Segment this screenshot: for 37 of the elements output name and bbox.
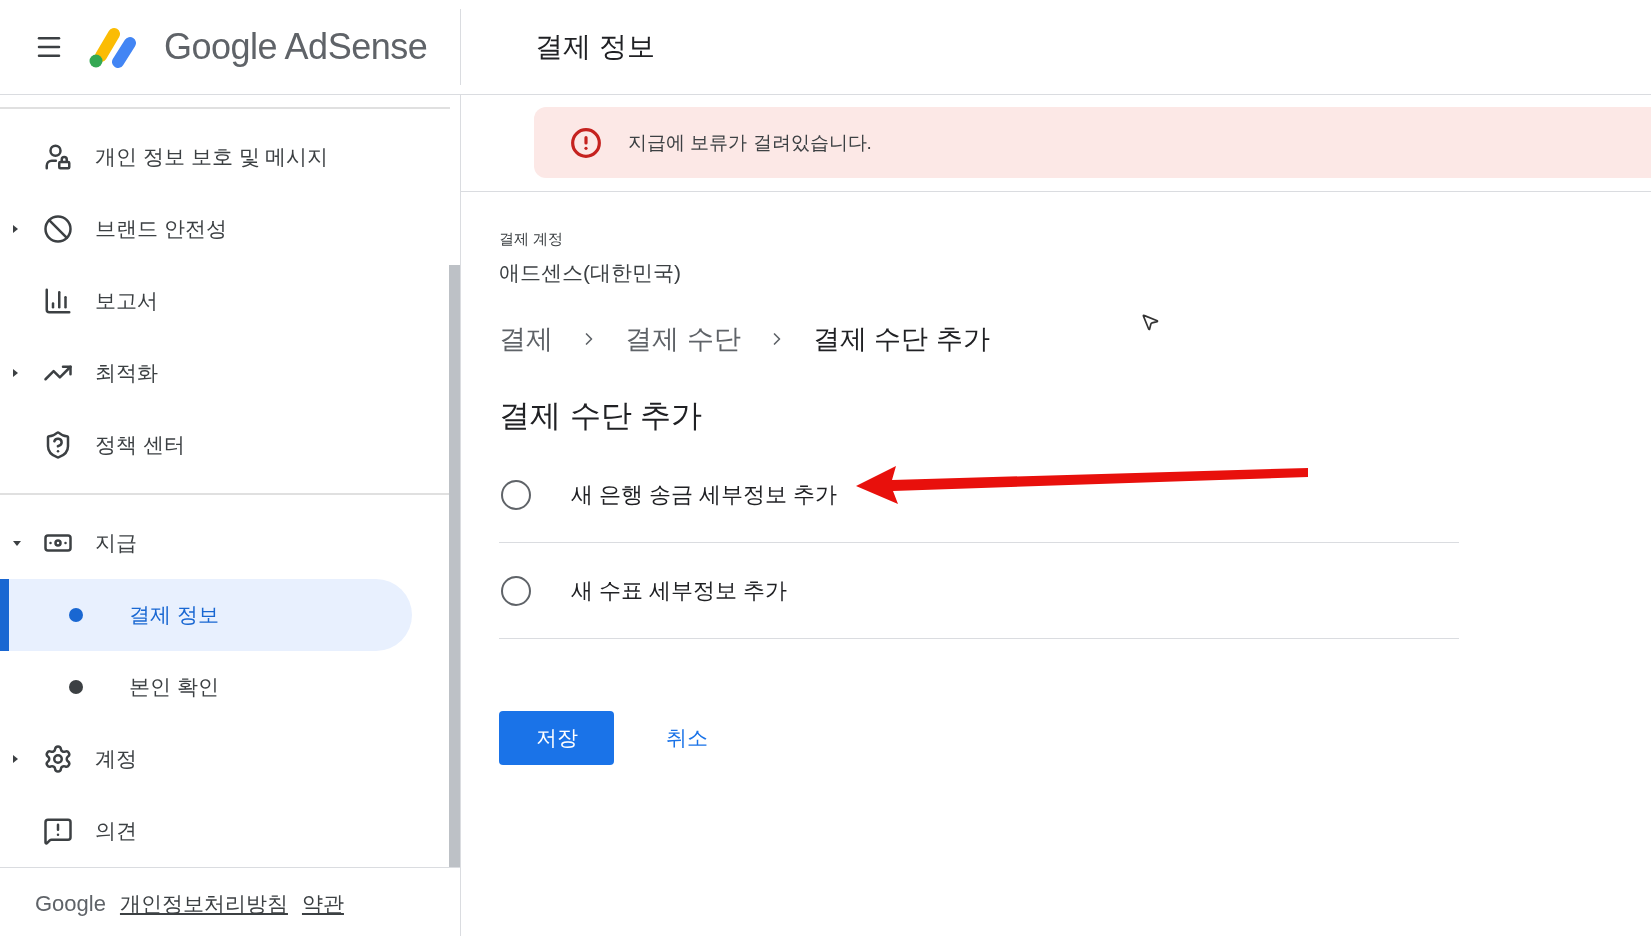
sidebar-item[interactable]: 계정 — [0, 723, 412, 795]
account-label: 결제 계정 — [499, 230, 565, 249]
bar-chart-icon — [43, 286, 73, 316]
sidebar-item[interactable]: 정책 센터 — [0, 409, 412, 481]
section-heading: 결제 수단 추가 — [499, 397, 704, 435]
sidebar-item[interactable]: 보고서 — [0, 265, 412, 337]
cancel-button[interactable]: 취소 — [654, 716, 720, 760]
sidebar-subitem[interactable]: 결제 정보 — [0, 579, 412, 651]
breadcrumb-link[interactable]: 결제 — [499, 321, 553, 357]
alert-icon — [570, 126, 602, 159]
sidebar-item[interactable]: 지급 — [0, 507, 412, 579]
option-label: 새 수표 세부정보 추가 — [571, 576, 788, 605]
sidebar-item[interactable]: 최적화 — [0, 337, 412, 409]
feedback-icon — [43, 816, 73, 846]
footer-logo: Google — [35, 890, 106, 917]
sidebar-subitem[interactable]: 본인 확인 — [0, 651, 412, 723]
product-name: Google AdSense — [164, 26, 428, 68]
page-title: 결제 정보 — [535, 30, 655, 64]
breadcrumb-link[interactable]: 결제 수단 — [625, 321, 741, 357]
option-label: 새 은행 송금 세부정보 추가 — [571, 480, 838, 509]
block-icon — [43, 214, 73, 244]
cursor-icon — [1140, 312, 1160, 332]
save-button[interactable]: 저장 — [499, 711, 614, 765]
sidebar-item[interactable]: 개인 정보 보호 및 메시지 — [0, 121, 412, 193]
alert-text: 지급에 보류가 걸려있습니다. — [628, 130, 872, 155]
footer-link[interactable]: 약관 — [301, 889, 344, 918]
breadcrumb-link[interactable]: 결제 수단 추가 — [812, 321, 990, 357]
sidebar-item[interactable]: 의견 — [0, 795, 412, 867]
radio-button[interactable] — [501, 575, 531, 606]
scrollbar[interactable] — [449, 265, 460, 867]
settings-icon — [43, 744, 73, 774]
bullet-icon — [69, 680, 83, 694]
bullet-icon — [69, 608, 83, 622]
footer-link[interactable]: 개인정보처리방침 — [119, 889, 288, 918]
account-value: 애드센스(대한민국) — [499, 260, 682, 286]
sidebar-item[interactable]: 브랜드 안전성 — [0, 193, 412, 265]
radio-button[interactable] — [501, 479, 531, 510]
